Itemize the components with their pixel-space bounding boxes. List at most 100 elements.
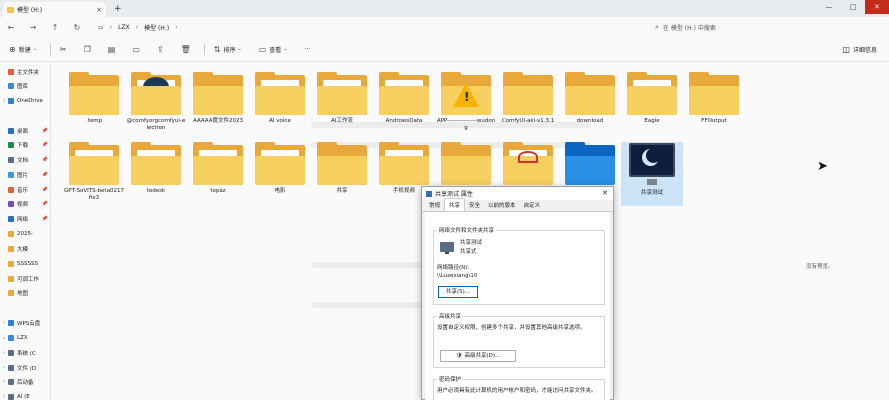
expand-chevron-icon[interactable]: ›	[0, 379, 8, 385]
sidebar-item[interactable]: ⌄ LZX	[0, 331, 51, 344]
cut-button[interactable]: ✂	[60, 45, 70, 54]
file-item[interactable]: Eagle	[621, 72, 683, 136]
file-item[interactable]: FFOutput	[683, 72, 745, 136]
search-icon: ⌕	[655, 22, 659, 31]
tab-sharing[interactable]: 共享	[444, 198, 466, 211]
file-item[interactable]: todesk	[125, 142, 187, 206]
file-item[interactable]: APP---------------wudong	[435, 72, 497, 136]
divider	[49, 43, 51, 55]
file-item[interactable]: 共享	[311, 142, 373, 206]
window-controls: — □ ✕	[817, 0, 889, 14]
file-item[interactable]: AAAAA度文件2023	[187, 72, 249, 136]
sidebar-item[interactable]: 可调工作	[0, 272, 51, 285]
rename-button[interactable]: ▭	[132, 45, 143, 54]
sidebar-item[interactable]: 主文件夹	[0, 65, 51, 78]
sidebar-item-label: 网络	[17, 216, 29, 223]
tab-close-icon[interactable]: ×	[96, 6, 102, 14]
sidebar-item[interactable]: 2025-	[0, 227, 51, 240]
explorer-tab[interactable]: 模型 (H:) ×	[3, 2, 106, 17]
breadcrumb-drive[interactable]: 模型 (H:)	[144, 23, 169, 32]
share-button[interactable]: 共享(S)...	[438, 286, 478, 298]
advanced-sharing-button[interactable]: 🛡 高级共享(D)...	[440, 350, 516, 362]
tab-previous-versions[interactable]: 以前的版本	[484, 199, 520, 211]
file-item[interactable]: topaz	[187, 142, 249, 206]
tab-security[interactable]: 安全	[465, 199, 484, 211]
maximize-button[interactable]: □	[841, 0, 865, 14]
search-input[interactable]: ⌕ 在 模型 (H:) 中搜索	[655, 20, 885, 34]
file-item[interactable]: GPT-SoVITS-beta0217fix3	[63, 142, 125, 206]
sidebar-item[interactable]: › 系统 (C	[0, 346, 51, 359]
delete-button[interactable]: 🗑	[181, 45, 194, 54]
sidebar-item[interactable]: 视频 📌	[0, 197, 51, 210]
expand-chevron-icon[interactable]: ›	[0, 365, 8, 371]
file-item[interactable]: .temp	[63, 72, 125, 136]
share-button[interactable]: ⇪	[157, 45, 167, 54]
forward-button[interactable]: →	[22, 23, 44, 32]
sidebar-item[interactable]: › 文件 (D	[0, 361, 51, 374]
folder-share-icon	[426, 190, 432, 197]
tab-customize[interactable]: 自定义	[520, 199, 545, 211]
sidebar-item[interactable]: 音乐 📌	[0, 183, 51, 196]
file-name: Eagle	[644, 118, 660, 124]
dialog-close-button[interactable]: ✕	[602, 189, 608, 197]
sidebar-item[interactable]: SSSSSS	[0, 257, 51, 270]
expand-chevron-icon[interactable]: ›	[0, 320, 8, 326]
sidebar-item-label: 主文件夹	[17, 69, 40, 76]
sidebar-item-label: 下载	[17, 142, 29, 149]
sidebar-item[interactable]: 图片 📌	[0, 168, 51, 181]
pin-icon: 📌	[41, 156, 48, 163]
file-item[interactable]: 电影	[249, 142, 311, 206]
refresh-button[interactable]: ↻	[66, 23, 88, 32]
tab-general[interactable]: 常规	[425, 199, 444, 211]
sidebar-item[interactable]: 图库	[0, 79, 51, 92]
view-button[interactable]: ▭ 查看 ⌄	[259, 45, 291, 54]
back-button[interactable]: ←	[0, 23, 22, 32]
expand-chevron-icon[interactable]: ⌄	[0, 335, 8, 341]
location-icon	[8, 349, 14, 356]
expand-chevron-icon[interactable]: ›	[0, 394, 8, 400]
file-name: 电影	[274, 188, 286, 194]
file-item[interactable]: AndrowsData	[373, 72, 435, 136]
sidebar-item-label: AI (E	[17, 393, 30, 400]
sidebar-item[interactable]: › WPS云盘	[0, 316, 51, 329]
tab-label: 模型 (H:)	[17, 7, 43, 14]
close-button[interactable]: ✕	[865, 0, 889, 14]
location-icon	[8, 289, 14, 296]
sidebar-item[interactable]: › AI (E	[0, 390, 51, 400]
file-item[interactable]: AI工作流	[311, 72, 373, 136]
properties-dialog: 共享测试 属性 ✕ 常规 共享 安全 以前的版本 自定义 网络文件和文件夹共享 …	[421, 186, 614, 400]
minimize-button[interactable]: —	[817, 0, 841, 14]
file-item[interactable]: ComfyUI-aki-v1.3.1	[497, 72, 559, 136]
sidebar-item[interactable]: 地图	[0, 286, 51, 299]
folder-icon	[7, 6, 14, 13]
paste-button[interactable]: ▤	[108, 45, 119, 54]
sharing-tab-content: 网络文件和文件夹共享 共享测试 共享式 网络路径(N): \\Luzexiang…	[425, 212, 610, 400]
sidebar-item-label: 图片	[17, 172, 29, 179]
sidebar-item[interactable]: 大模	[0, 242, 51, 255]
file-item[interactable]: 共享测试	[621, 142, 683, 206]
location-icon	[8, 378, 14, 385]
sidebar-item[interactable]: 桌面 📌	[0, 124, 51, 137]
dialog-title: 共享测试 属性	[435, 191, 473, 198]
file-name: .temp	[85, 118, 103, 124]
expand-chevron-icon[interactable]: ›	[0, 350, 8, 356]
expand-chevron-icon[interactable]: ›	[0, 98, 8, 104]
up-button[interactable]: ↑	[44, 23, 66, 32]
sidebar-item[interactable]: 网络 📌	[0, 212, 51, 225]
location-icon	[8, 393, 14, 400]
new-tab-button[interactable]: +	[114, 4, 122, 14]
sidebar-item[interactable]: › OneDrive	[0, 94, 51, 107]
more-button[interactable]: ···	[304, 46, 310, 53]
new-button[interactable]: ⊕ 新建 ⌄	[9, 45, 40, 54]
copy-button[interactable]: ❐	[84, 45, 94, 54]
sidebar-item[interactable]: 下载 📌	[0, 138, 51, 151]
file-item[interactable]: @comfyorgcomfyui-electron	[125, 72, 187, 136]
sidebar-item[interactable]: › 后动备	[0, 375, 51, 388]
breadcrumb-lzx[interactable]: LZX	[118, 24, 130, 31]
sidebar-item[interactable]: 文档 📌	[0, 153, 51, 166]
sort-button[interactable]: ⇅ 排序 ⌄	[214, 45, 245, 54]
file-item[interactable]: AI voice	[249, 72, 311, 136]
location-icon	[8, 319, 14, 326]
file-item[interactable]: download	[559, 72, 621, 136]
details-button[interactable]: ◫ 详细信息	[842, 45, 877, 54]
